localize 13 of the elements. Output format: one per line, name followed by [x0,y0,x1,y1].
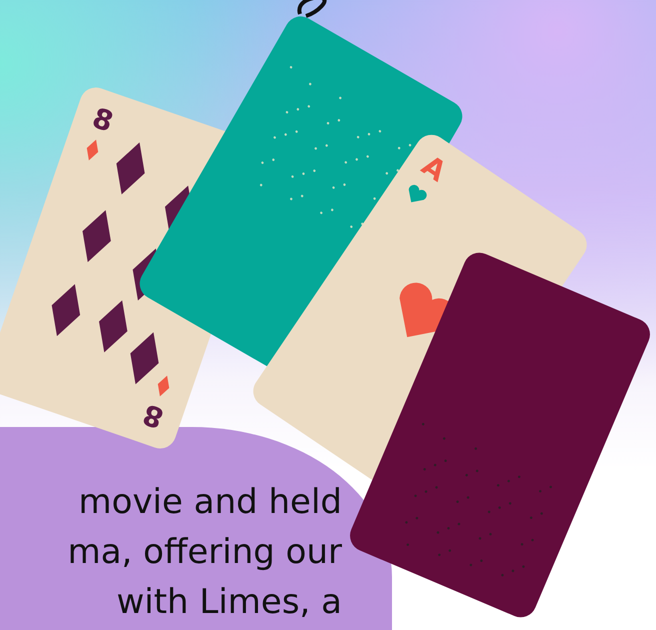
diamond-pip-icon [99,300,128,352]
diamond-pip-icon [52,284,80,336]
diamond-pip-icon [82,210,111,262]
diamond-pip-icon [130,332,159,384]
card-rank-text: 8 [138,397,168,435]
diamond-pip-icon [116,142,145,194]
card-rank-text: 8 [88,101,118,139]
string-drawing [297,0,326,18]
diamond-icon [86,140,98,160]
heart-icon [408,184,427,202]
card-rank-text: A [416,148,452,188]
story-paragraph: movie and held ma, offering our with Limes, a [66,481,343,624]
diamond-icon [158,376,170,396]
